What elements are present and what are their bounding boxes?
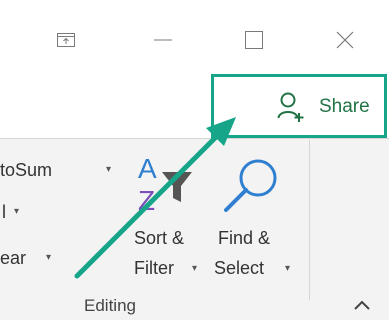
- annotation-arrow: [74, 117, 236, 279]
